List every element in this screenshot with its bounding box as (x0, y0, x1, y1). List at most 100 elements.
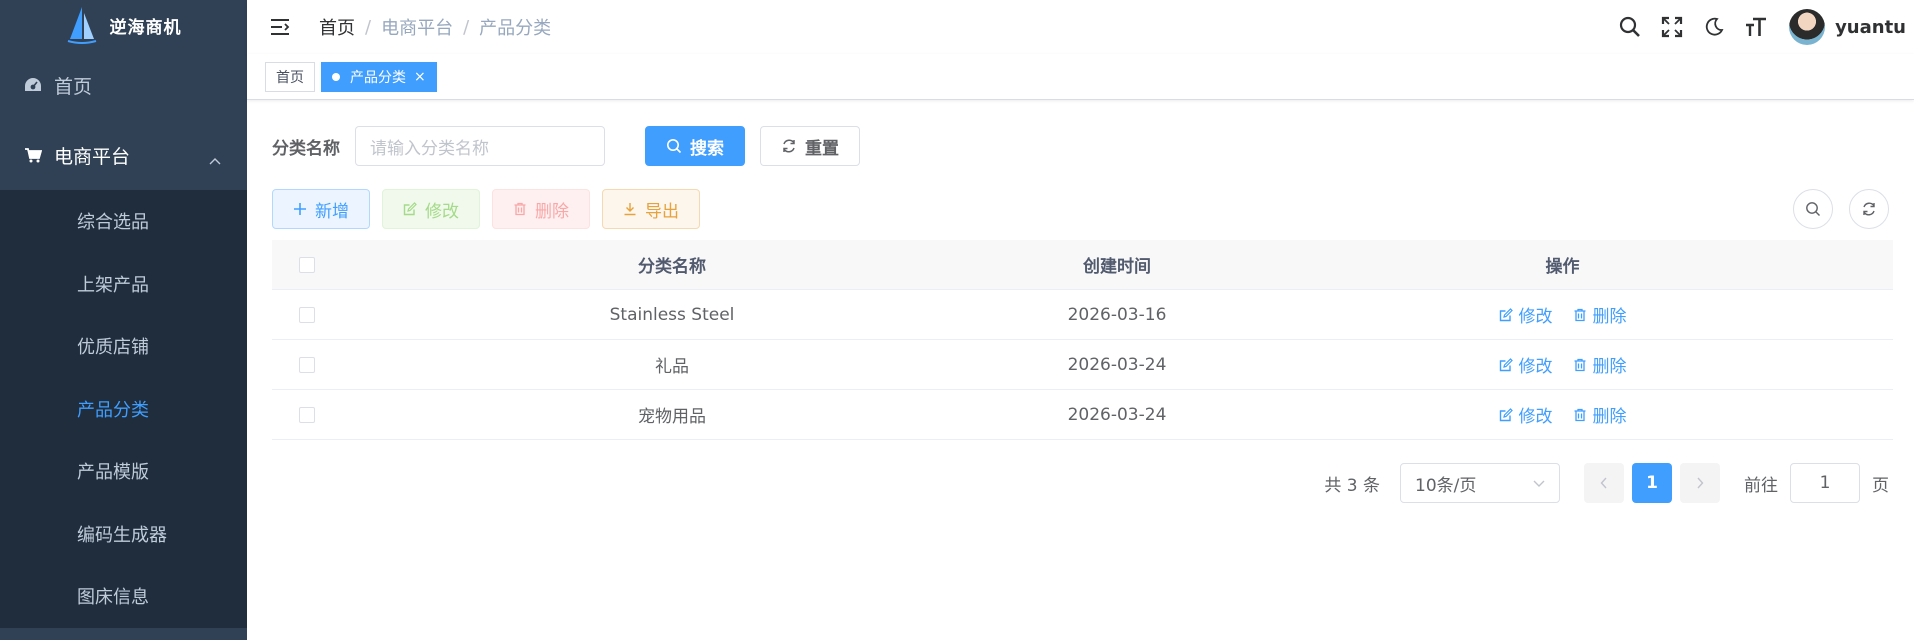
tag-home[interactable]: 首页 (265, 61, 315, 92)
tags-view: 首页 产品分类 × (247, 54, 1914, 100)
reset-button[interactable]: 重置 (760, 126, 860, 166)
tag-product-category[interactable]: 产品分类 × (321, 61, 437, 92)
sidebar: 逆海商机 首页 电商平台 综合选品 上架产品 优质店铺 产品分类 产品模版 编码… (0, 0, 247, 640)
goto-suffix: 页 (1872, 475, 1889, 496)
hamburger-icon[interactable] (269, 16, 291, 38)
row-checkbox[interactable] (299, 306, 315, 323)
cell-time: 2026-03-24 (1067, 354, 1167, 375)
row-delete-link[interactable]: 删除 (1573, 402, 1627, 427)
navbar: 首页 / 电商平台 / 产品分类 yuantu (247, 0, 1914, 54)
row-edit-link[interactable]: 修改 (1499, 352, 1553, 377)
pagination-total: 共 3 条 (1324, 475, 1380, 496)
chevron-up-icon (209, 148, 221, 170)
chevron-left-icon (1600, 477, 1607, 489)
export-button-label: 导出 (645, 201, 679, 222)
avatar[interactable] (1789, 9, 1826, 45)
download-icon (623, 202, 637, 216)
breadcrumb-ecommerce: 电商平台 (381, 18, 454, 39)
breadcrumb: 首页 / 电商平台 / 产品分类 (319, 14, 551, 40)
toggle-search-button[interactable] (1793, 189, 1833, 229)
cell-time: 2026-03-24 (1067, 404, 1167, 425)
edit-button-label: 修改 (425, 201, 459, 222)
header-name: 分类名称 (638, 257, 706, 277)
add-button[interactable]: 新增 (272, 189, 370, 229)
search-icon (666, 138, 682, 154)
delete-button[interactable]: 删除 (492, 189, 590, 229)
app-root: 逆海商机 首页 电商平台 综合选品 上架产品 优质店铺 产品分类 产品模版 编码… (0, 0, 1914, 640)
page-number-button[interactable]: 1 (1632, 463, 1672, 503)
row-delete-label: 删除 (1592, 407, 1627, 427)
cell-time: 2026-03-16 (1067, 304, 1167, 325)
breadcrumb-home[interactable]: 首页 (319, 14, 355, 40)
row-delete-link[interactable]: 删除 (1573, 302, 1627, 327)
select-all-checkbox[interactable] (299, 256, 315, 273)
pagination: 共 3 条 10条/页 1 前往 1 页 (1324, 463, 1889, 503)
dark-mode-icon[interactable] (1693, 0, 1735, 54)
sidebar-subitem-product-template[interactable]: 产品模版 (0, 440, 247, 503)
sidebar-item-label: 电商平台 (54, 145, 131, 168)
trash-icon (1573, 358, 1587, 372)
reset-button-label: 重置 (805, 138, 839, 159)
close-icon[interactable]: × (414, 69, 426, 85)
goto-page-input[interactable]: 1 (1790, 463, 1860, 503)
table-row: 宠物用品 2026-03-24 修改 删除 (272, 390, 1893, 440)
search-icon (1806, 202, 1820, 216)
header-time: 创建时间 (1083, 257, 1151, 277)
search-button[interactable]: 搜索 (645, 126, 745, 166)
cell-op: 修改 删除 (1232, 340, 1893, 389)
sidebar-subitem-product-category[interactable]: 产品分类 (0, 378, 247, 441)
trash-icon (513, 202, 527, 216)
cell-op: 修改 删除 (1232, 290, 1893, 339)
edit-icon (1499, 407, 1513, 422)
page-jumper: 前往 1 页 (1744, 463, 1889, 503)
edit-icon (403, 202, 417, 216)
refresh-table-button[interactable] (1849, 189, 1889, 229)
breadcrumb-separator: / (365, 16, 372, 38)
refresh-icon (781, 138, 797, 154)
row-delete-label: 删除 (1592, 357, 1627, 377)
header-op: 操作 (1545, 257, 1580, 277)
prev-page-button[interactable] (1584, 463, 1624, 503)
delete-button-label: 删除 (535, 201, 569, 222)
sidebar-subitem-quality-shops[interactable]: 优质店铺 (0, 315, 247, 378)
search-form: 分类名称 请输入分类名称 搜索 重置 (272, 126, 860, 166)
row-checkbox[interactable] (299, 356, 315, 373)
cell-name: 宠物用品 (638, 407, 706, 427)
username[interactable]: yuantu (1835, 17, 1906, 38)
next-page-button[interactable] (1680, 463, 1720, 503)
header-checkbox-cell (272, 240, 342, 289)
font-size-icon[interactable] (1735, 0, 1777, 54)
trash-icon (1573, 408, 1587, 422)
search-icon[interactable] (1609, 0, 1651, 54)
page-size-value: 10条/页 (1415, 475, 1477, 496)
refresh-icon (1863, 202, 1875, 216)
export-button[interactable]: 导出 (602, 189, 700, 229)
sidebar-subitem-selection[interactable]: 综合选品 (0, 190, 247, 253)
navbar-tools: yuantu (1609, 0, 1914, 54)
sidebar-subitem-code-generator[interactable]: 编码生成器 (0, 503, 247, 566)
row-edit-link[interactable]: 修改 (1499, 402, 1553, 427)
search-button-label: 搜索 (690, 138, 724, 159)
cell-name: 礼品 (655, 357, 689, 377)
sidebar-item-ecommerce[interactable]: 电商平台 (0, 120, 247, 190)
sidebar-subitem-image-host[interactable]: 图床信息 (0, 565, 247, 628)
cell-op: 修改 删除 (1232, 390, 1893, 439)
row-delete-link[interactable]: 删除 (1573, 352, 1627, 377)
fullscreen-icon[interactable] (1651, 0, 1693, 54)
sidebar-subitem-listed-products[interactable]: 上架产品 (0, 253, 247, 316)
row-checkbox-cell (272, 340, 342, 389)
search-label: 分类名称 (272, 138, 340, 159)
row-checkbox-cell (272, 390, 342, 439)
edit-button[interactable]: 修改 (382, 189, 480, 229)
row-edit-label: 修改 (1518, 307, 1553, 327)
sidebar-item-home[interactable]: 首页 (0, 50, 247, 120)
add-button-label: 新增 (315, 201, 349, 222)
page-size-select[interactable]: 10条/页 (1400, 463, 1560, 503)
row-edit-link[interactable]: 修改 (1499, 302, 1553, 327)
edit-icon (1499, 357, 1513, 372)
edit-icon (1499, 307, 1513, 322)
app-title: 逆海商机 (109, 17, 182, 38)
row-checkbox[interactable] (299, 406, 315, 423)
category-name-input[interactable]: 请输入分类名称 (355, 126, 605, 166)
row-edit-label: 修改 (1518, 357, 1553, 377)
